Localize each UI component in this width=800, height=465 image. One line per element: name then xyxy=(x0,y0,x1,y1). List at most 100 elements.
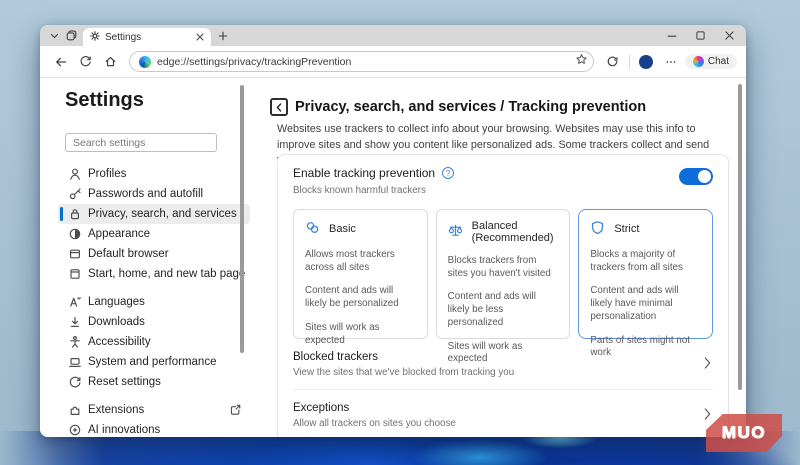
row-subtitle: View the sites that we've blocked from t… xyxy=(293,367,514,378)
monitor-icon xyxy=(68,355,82,372)
sidebar-item-ai-innovations[interactable]: AI innovations xyxy=(58,420,250,437)
level-line: Sites will work as expected xyxy=(305,322,416,347)
sidebar-item-accessibility[interactable]: Accessibility xyxy=(58,332,250,352)
level-card-basic[interactable]: Basic Allows most trackers across all si… xyxy=(293,209,428,339)
level-title: Balanced (Recommended) xyxy=(472,220,559,244)
download-icon xyxy=(68,315,82,332)
enable-tracking-row: Enable tracking prevention ? Blocks know… xyxy=(293,166,713,196)
chevron-right-icon xyxy=(704,407,711,425)
sidebar-item-privacy-selected[interactable]: Privacy, search, and services xyxy=(58,204,250,224)
selected-indicator xyxy=(60,207,63,221)
chat-button-label: Chat xyxy=(708,56,729,67)
enable-tracking-sublabel: Blocks known harmful trackers xyxy=(293,185,454,196)
settings-page: Settings Profiles Passwords and autofill… xyxy=(40,78,746,437)
window-controls xyxy=(657,25,744,46)
sidebar-item-label: Appearance xyxy=(88,228,150,240)
sidebar-item-default-browser[interactable]: Default browser xyxy=(58,244,250,264)
profile-avatar[interactable] xyxy=(635,50,658,73)
extensions-icon xyxy=(68,403,82,420)
more-menu-icon[interactable] xyxy=(660,50,683,73)
level-line: Blocks a majority of trackers from all s… xyxy=(590,249,701,274)
sidebar-gap xyxy=(40,284,262,292)
tab-search-chevron-icon[interactable] xyxy=(46,25,62,46)
refresh-icon[interactable] xyxy=(74,50,97,73)
tab-bar: Settings xyxy=(40,25,746,46)
address-bar[interactable]: edge://settings/privacy/trackingPreventi… xyxy=(129,51,594,72)
sidebar-item-label: Languages xyxy=(88,296,145,308)
reset-icon xyxy=(68,375,82,392)
settings-back-button[interactable] xyxy=(270,98,288,116)
new-tab-button[interactable] xyxy=(211,25,235,46)
tab-close-icon[interactable] xyxy=(196,28,204,46)
maximize-icon[interactable] xyxy=(686,25,715,46)
ai-sparkle-icon xyxy=(68,423,82,437)
sidebar-item-passwords[interactable]: Passwords and autofill xyxy=(58,184,250,204)
sidebar-item-label: System and performance xyxy=(88,356,216,368)
url-text[interactable]: edge://settings/privacy/trackingPreventi… xyxy=(157,56,569,68)
active-tab-settings[interactable]: Settings xyxy=(83,28,211,46)
sidebar-item-appearance[interactable]: Appearance xyxy=(58,224,250,244)
sidebar-item-reset-settings[interactable]: Reset settings xyxy=(58,372,250,392)
external-link-icon xyxy=(229,403,242,419)
chevron-right-icon xyxy=(704,356,711,374)
settings-sidebar: Settings Profiles Passwords and autofill… xyxy=(40,78,262,437)
copilot-chat-button[interactable]: Chat xyxy=(685,54,737,69)
sidebar-item-languages[interactable]: Languages xyxy=(58,292,250,312)
sidebar-item-start-home[interactable]: Start, home, and new tab page xyxy=(58,264,250,284)
workspaces-icon[interactable] xyxy=(62,25,80,46)
sidebar-item-system-performance[interactable]: System and performance xyxy=(58,352,250,372)
search-settings-input[interactable] xyxy=(65,133,217,152)
level-line: Parts of sites might not work xyxy=(590,335,701,360)
gear-icon xyxy=(90,28,100,46)
balance-icon xyxy=(448,223,463,241)
help-icon[interactable]: ? xyxy=(442,167,454,179)
close-icon[interactable] xyxy=(715,25,744,46)
enable-tracking-label: Enable tracking prevention xyxy=(293,166,435,180)
home-icon[interactable] xyxy=(99,50,122,73)
sidebar-item-label: Profiles xyxy=(88,168,126,180)
level-line: Blocks trackers from sites you haven't v… xyxy=(448,255,559,280)
sidebar-item-extensions[interactable]: Extensions xyxy=(58,400,250,420)
sidebar-item-downloads[interactable]: Downloads xyxy=(58,312,250,332)
back-icon[interactable] xyxy=(49,50,72,73)
sidebar-item-profiles[interactable]: Profiles xyxy=(58,164,250,184)
level-line: Content and ads will likely be less pers… xyxy=(448,291,559,329)
exceptions-row[interactable]: Exceptions Allow all trackers on sites y… xyxy=(293,389,713,437)
key-icon xyxy=(68,187,82,204)
level-line: Content and ads will likely have minimal… xyxy=(590,285,701,323)
enable-tracking-toggle[interactable] xyxy=(679,168,713,185)
sidebar-title: Settings xyxy=(65,89,144,112)
person-icon xyxy=(68,167,82,184)
tab-title: Settings xyxy=(105,32,191,43)
favorite-star-icon[interactable] xyxy=(575,53,588,71)
breadcrumb: Privacy, search, and services / Tracking… xyxy=(295,99,646,115)
browser-essentials-icon[interactable] xyxy=(601,50,624,73)
toggle-knob xyxy=(698,170,711,183)
sidebar-scrollbar[interactable] xyxy=(240,85,244,353)
sidebar-item-label: AI innovations xyxy=(88,424,160,436)
toolbar-divider xyxy=(629,55,630,69)
tracking-prevention-content: Privacy, search, and services / Tracking… xyxy=(262,78,746,437)
content-scrollbar[interactable] xyxy=(738,84,742,390)
browser-window: Settings xyxy=(40,25,746,437)
browser-icon xyxy=(68,247,82,264)
sidebar-item-label: Default browser xyxy=(88,248,169,260)
level-card-balanced[interactable]: Balanced (Recommended) Blocks trackers f… xyxy=(436,209,571,339)
tab-page-icon xyxy=(68,267,82,284)
muo-watermark-logo: MUO xyxy=(706,414,782,452)
level-card-strict-selected[interactable]: Strict Blocks a majority of trackers fro… xyxy=(578,209,713,339)
level-title: Strict xyxy=(614,223,639,235)
row-title: Exceptions xyxy=(293,402,456,414)
languages-icon xyxy=(68,295,82,312)
sidebar-item-label: Extensions xyxy=(88,404,144,416)
sidebar-item-label: Start, home, and new tab page xyxy=(88,268,245,280)
minimize-icon[interactable] xyxy=(657,25,686,46)
shield-icon xyxy=(590,220,605,238)
level-line: Content and ads will likely be personali… xyxy=(305,285,416,310)
sidebar-gap xyxy=(40,392,262,400)
navigation-bar: edge://settings/privacy/trackingPreventi… xyxy=(40,46,746,78)
tracking-prevention-card: Enable tracking prevention ? Blocks know… xyxy=(277,154,729,437)
tracking-level-cards: Basic Allows most trackers across all si… xyxy=(293,209,713,339)
lock-icon xyxy=(68,207,82,224)
sidebar-item-label: Reset settings xyxy=(88,376,161,388)
